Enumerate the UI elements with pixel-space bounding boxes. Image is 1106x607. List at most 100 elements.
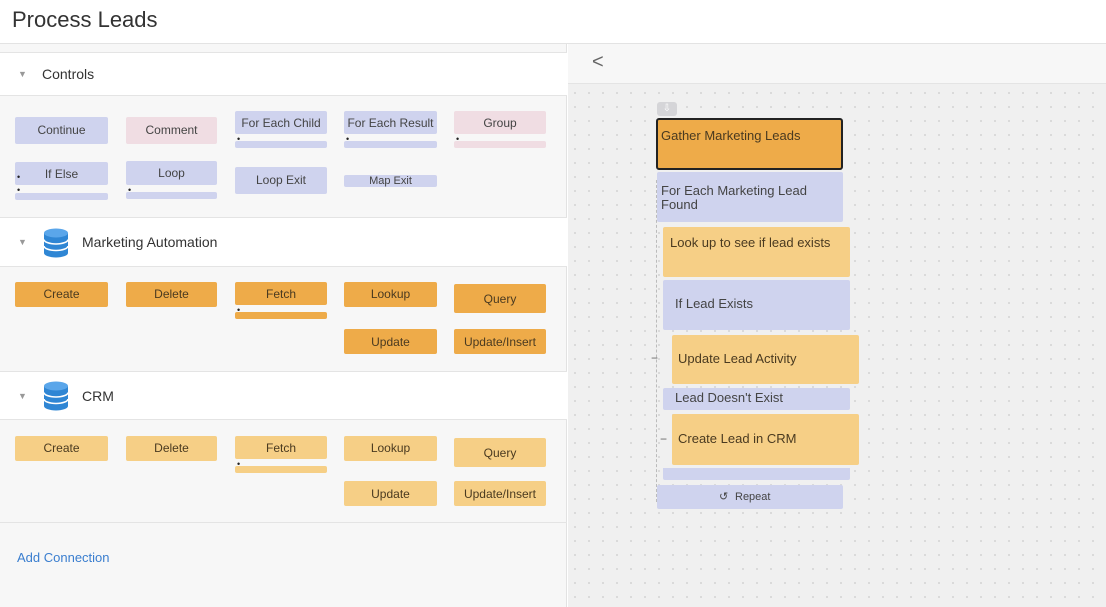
connector-dot: • — [17, 185, 21, 195]
section-label-crm: CRM — [82, 388, 114, 404]
block-label: Update — [371, 335, 410, 349]
block-label: Delete — [154, 287, 189, 301]
block-stub — [454, 141, 546, 148]
flow-block-for-each-marketing-lead[interactable]: For Each Marketing Lead Found — [657, 172, 843, 222]
canvas-toolbar: < — [568, 44, 1106, 84]
flow-block-update-lead-activity[interactable]: Update Lead Activity — [672, 335, 859, 384]
block-lookup[interactable]: Lookup — [344, 436, 437, 461]
flow-block-gather-marketing-leads[interactable]: Gather Marketing Leads — [656, 118, 843, 170]
download-icon[interactable]: ⇩ — [657, 102, 677, 116]
block-loop-exit[interactable]: Loop Exit — [235, 167, 327, 194]
block-label: Query — [483, 446, 517, 460]
block-label: If Else — [44, 167, 79, 181]
flow-block-label: Lead Doesn't Exist — [675, 390, 783, 405]
connector-dot: • — [237, 134, 241, 144]
flow-block-label: If Lead Exists — [675, 296, 754, 311]
block-label: For Each Result — [347, 116, 434, 130]
section-header-crm[interactable]: ▼ CRM — [0, 371, 567, 420]
block-label: Group — [483, 116, 517, 130]
block-if-else[interactable]: If Else — [15, 162, 108, 185]
block-stub — [15, 193, 108, 200]
block-delete[interactable]: Delete — [126, 282, 217, 307]
nesting-line — [656, 180, 657, 502]
section-header-controls[interactable]: ▼ Controls — [0, 52, 567, 96]
collapse-minus-icon[interactable]: − — [651, 351, 658, 365]
block-for-each-result[interactable]: For Each Result — [344, 111, 437, 134]
block-fetch[interactable]: Fetch — [235, 436, 327, 459]
block-map-exit[interactable]: Map Exit — [344, 175, 437, 187]
block-update[interactable]: Update — [344, 481, 437, 506]
collapse-triangle-icon[interactable]: ▼ — [18, 69, 27, 79]
flow-block-lead-doesnt-exist[interactable]: Lead Doesn't Exist — [663, 388, 850, 410]
title-bar: Process Leads — [0, 0, 1106, 44]
connector-dot: • — [237, 305, 241, 315]
block-palette: ▼ Controls Continue Comment For Each Chi… — [0, 44, 567, 607]
add-connection-link[interactable]: Add Connection — [17, 550, 110, 565]
block-label: Update/Insert — [463, 335, 537, 349]
collapse-triangle-icon[interactable]: ▼ — [18, 391, 27, 401]
section-label-marketing-automation: Marketing Automation — [82, 234, 218, 250]
block-label: Create — [43, 287, 80, 301]
block-label: Delete — [154, 441, 189, 455]
block-query[interactable]: Query — [454, 438, 546, 467]
block-label: Map Exit — [369, 175, 412, 187]
block-label: Loop Exit — [255, 173, 307, 187]
collapse-minus-icon[interactable]: − — [660, 432, 667, 446]
connector-dot: • — [346, 134, 350, 144]
collapse-triangle-icon[interactable]: ▼ — [18, 237, 27, 247]
block-label: Create — [43, 441, 80, 455]
block-stub — [126, 192, 217, 199]
block-label: Fetch — [265, 441, 296, 455]
block-lookup[interactable]: Lookup — [344, 282, 437, 307]
block-update-insert[interactable]: Update/Insert — [454, 481, 546, 506]
block-for-each-child[interactable]: For Each Child — [235, 111, 327, 134]
block-label: For Each Child — [241, 116, 321, 130]
section-label-controls: Controls — [42, 66, 95, 82]
block-label: Update — [371, 487, 410, 501]
block-comment[interactable]: Comment — [126, 117, 217, 144]
repeat-icon: ↺ — [719, 491, 729, 503]
block-create[interactable]: Create — [15, 282, 108, 307]
workflow-canvas[interactable]: < ⇩ Gather Marketing Leads For Each Mark… — [568, 44, 1106, 607]
block-update-insert[interactable]: Update/Insert — [454, 329, 546, 354]
block-label: Fetch — [265, 287, 296, 301]
flow-block-if-lead-exists[interactable]: If Lead Exists — [663, 280, 850, 330]
database-icon — [43, 228, 69, 258]
block-delete[interactable]: Delete — [126, 436, 217, 461]
flow-block-label: Repeat — [735, 491, 771, 503]
block-continue[interactable]: Continue — [15, 117, 108, 144]
connector-dot: • — [128, 185, 132, 195]
flow-block-look-up-lead[interactable]: Look up to see if lead exists — [663, 227, 850, 277]
flow-block-label: Create Lead in CRM — [678, 431, 797, 446]
block-fetch[interactable]: Fetch — [235, 282, 327, 305]
block-label: Lookup — [370, 441, 411, 455]
flow-block-label: Gather Marketing Leads — [661, 128, 801, 143]
database-icon — [43, 381, 69, 411]
divider — [0, 522, 567, 523]
section-header-marketing-automation[interactable]: ▼ Marketing Automation — [0, 217, 567, 267]
block-label: Query — [483, 292, 517, 306]
flow-block-label: Look up to see if lead exists — [670, 235, 831, 250]
chevron-left-icon[interactable]: < — [592, 51, 604, 74]
connector-dot: • — [456, 134, 460, 144]
block-label: Comment — [145, 123, 198, 137]
block-group[interactable]: Group — [454, 111, 546, 134]
block-label: Loop — [158, 166, 185, 180]
block-update[interactable]: Update — [344, 329, 437, 354]
block-stub — [235, 466, 327, 473]
block-create[interactable]: Create — [15, 436, 108, 461]
flow-block-repeat[interactable]: ↺ Repeat — [657, 485, 843, 509]
block-query[interactable]: Query — [454, 284, 546, 313]
flow-block-label: Update Lead Activity — [678, 351, 797, 366]
block-stub — [235, 312, 327, 319]
flow-block-footer — [663, 468, 850, 480]
connector-dot: • — [17, 172, 21, 182]
flow-block-label: For Each Marketing Lead Found — [661, 183, 807, 212]
block-label: Continue — [37, 123, 86, 137]
flow-block-create-lead-in-crm[interactable]: Create Lead in CRM — [672, 414, 859, 465]
connector-dot: • — [237, 459, 241, 469]
block-label: Lookup — [370, 287, 411, 301]
block-label: Update/Insert — [463, 487, 537, 501]
page-title: Process Leads — [12, 7, 158, 32]
block-loop[interactable]: Loop — [126, 161, 217, 185]
